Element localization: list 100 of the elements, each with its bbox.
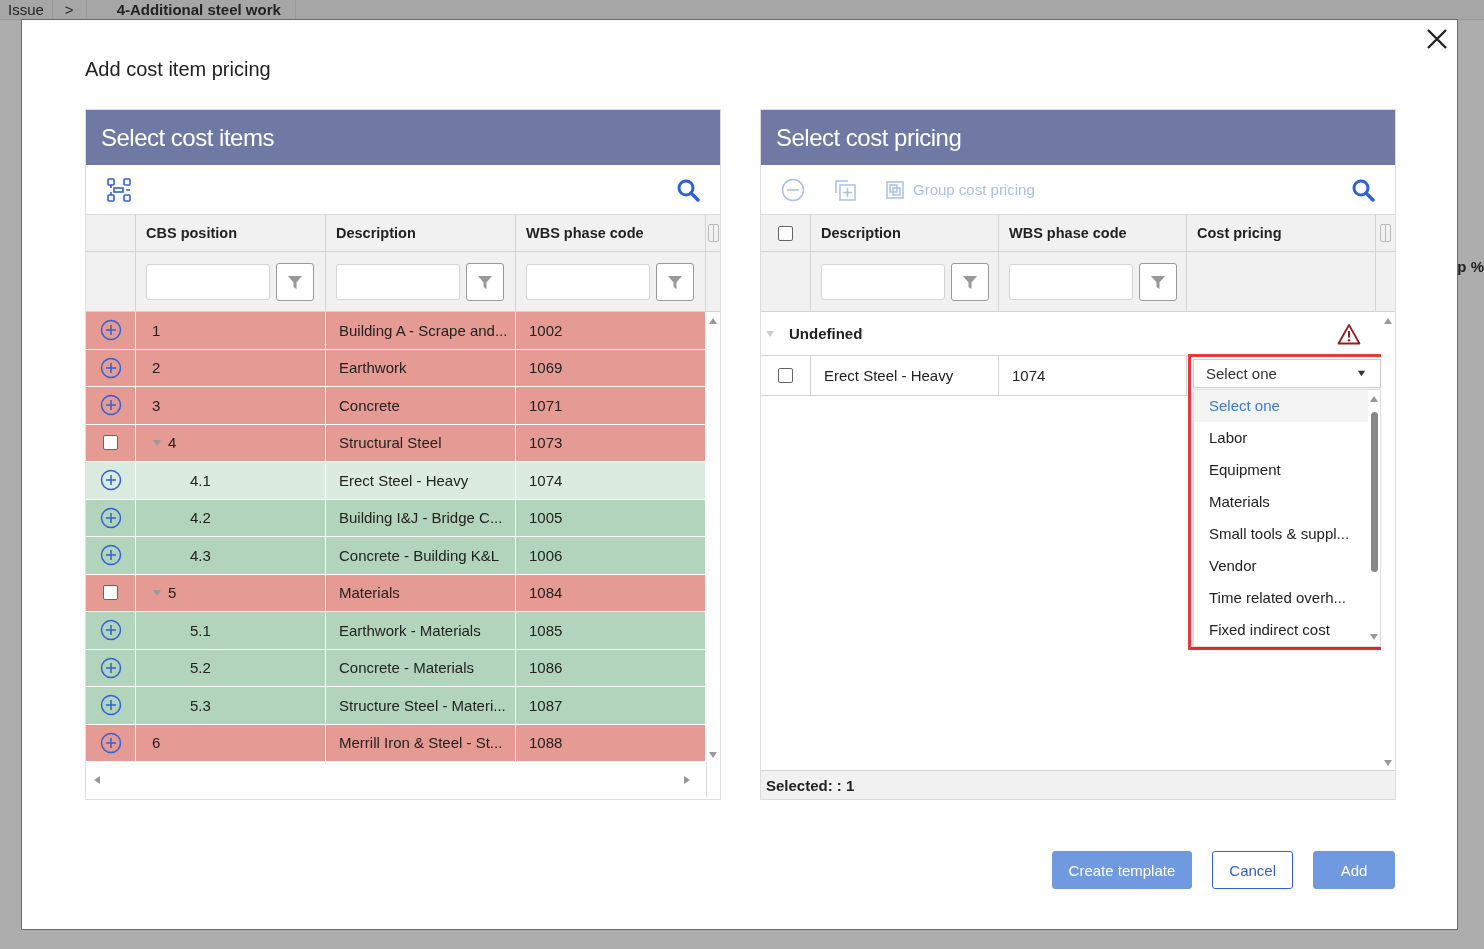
- column-header[interactable]: Description: [821, 225, 901, 241]
- filter-button[interactable]: [1139, 262, 1177, 301]
- plus-circle-icon[interactable]: [99, 319, 122, 342]
- checkbox[interactable]: [778, 368, 793, 383]
- checkbox[interactable]: [103, 435, 118, 451]
- plus-circle-icon[interactable]: [99, 619, 122, 642]
- description-text: Concrete: [338, 396, 400, 414]
- dropdown-option[interactable]: Small tools & suppl...: [1194, 518, 1368, 550]
- tree-row[interactable]: 5.2 Concrete - Materials 1086: [86, 649, 706, 687]
- phase-code-text: 1074: [1011, 367, 1046, 384]
- plus-circle-icon[interactable]: [99, 656, 122, 679]
- dropdown-option[interactable]: Time related overh...: [1194, 582, 1368, 614]
- search-icon[interactable]: [676, 177, 700, 202]
- phase-code-text: 1074: [528, 471, 563, 489]
- funnel-icon: [287, 273, 303, 290]
- select-field[interactable]: Select one: [1193, 359, 1381, 388]
- description-text: Merrill Iron & Steel - St...: [338, 734, 503, 752]
- tree-row[interactable]: 4.1 Erect Steel - Heavy 1074: [86, 462, 706, 500]
- description-text: Earthwork - Materials: [338, 621, 481, 639]
- checkbox[interactable]: [778, 225, 793, 241]
- plus-circle-icon[interactable]: [99, 731, 122, 754]
- description-text: Erect Steel - Heavy: [823, 367, 954, 384]
- description-text: Structure Steel - Materi...: [338, 696, 506, 714]
- funnel-icon: [1150, 273, 1166, 290]
- dropdown-option[interactable]: Vendor: [1194, 550, 1368, 582]
- tree-row[interactable]: 4 Structural Steel 1073: [86, 424, 706, 462]
- plus-circle-icon[interactable]: [99, 694, 122, 717]
- description-text: Concrete - Materials: [338, 659, 475, 677]
- selection-count: Selected: : 1: [766, 776, 855, 794]
- tree-row[interactable]: 3 Concrete 1071: [86, 387, 706, 425]
- panel-title: Select cost pricing: [776, 123, 962, 152]
- position-text: 2: [152, 359, 161, 377]
- caret-icon: [1357, 369, 1366, 378]
- position-text: 4.2: [190, 509, 211, 527]
- column-header[interactable]: WBS phase code: [1009, 225, 1127, 241]
- columns-icon[interactable]: [707, 224, 719, 242]
- minus-circle-icon[interactable]: [781, 177, 805, 202]
- dropdown-option[interactable]: Fixed indirect cost: [1194, 614, 1368, 646]
- checkbox[interactable]: [103, 585, 118, 601]
- filter-button[interactable]: [466, 262, 504, 301]
- group-icon: [885, 179, 905, 200]
- dropdown-option[interactable]: Materials: [1194, 486, 1368, 518]
- filter-field[interactable]: [821, 263, 945, 300]
- description-text: Concrete - Building K&L: [338, 546, 500, 564]
- tree-row[interactable]: 5 Materials 1084: [86, 574, 706, 612]
- phase-code-text: 1084: [528, 584, 563, 602]
- column-header[interactable]: WBS phase code: [526, 225, 644, 241]
- position-text: 4.3: [190, 546, 211, 564]
- position-text: 4: [168, 434, 177, 452]
- tree-row[interactable]: 4.3 Concrete - Building K&L 1006: [86, 537, 706, 575]
- copy-plus-icon[interactable]: [833, 177, 857, 202]
- tree-row[interactable]: 5.1 Earthwork - Materials 1085: [86, 612, 706, 650]
- phase-code-text: 1005: [528, 509, 563, 527]
- description-text: Erect Steel - Heavy: [338, 471, 469, 489]
- description-text: Building A - Scrape and...: [338, 321, 508, 339]
- phase-code-text: 1071: [528, 396, 563, 414]
- phase-code-text: 1006: [528, 546, 563, 564]
- filter-button[interactable]: [276, 262, 314, 301]
- description-text: Materials: [338, 584, 400, 602]
- position-text: 5.1: [190, 621, 211, 639]
- funnel-icon: [477, 273, 493, 290]
- tree-row[interactable]: 2 Earthwork 1069: [86, 349, 706, 387]
- hierarchy-icon[interactable]: [106, 176, 132, 203]
- filter-field[interactable]: [336, 263, 460, 300]
- position-text: 5: [168, 584, 177, 602]
- filter-button[interactable]: [951, 262, 989, 301]
- filter-field[interactable]: [146, 263, 270, 300]
- dialog-title: Add cost item pricing: [85, 57, 271, 81]
- phase-code-text: 1073: [528, 434, 563, 452]
- description-text: Structural Steel: [338, 434, 442, 452]
- column-header[interactable]: Description: [336, 225, 416, 241]
- plus-circle-icon[interactable]: [99, 469, 122, 492]
- dropdown-option[interactable]: Select one: [1194, 390, 1368, 422]
- dropdown-option[interactable]: Equipment: [1194, 454, 1368, 486]
- position-text: 5.3: [190, 696, 211, 714]
- search-icon[interactable]: [1351, 177, 1375, 202]
- tree-row[interactable]: 5.3 Structure Steel - Materi... 1087: [86, 687, 706, 725]
- tree-row[interactable]: 1 Building A - Scrape and... 1002: [86, 312, 706, 350]
- plus-circle-icon[interactable]: [99, 544, 122, 567]
- plus-circle-icon[interactable]: [99, 506, 122, 529]
- position-text: 5.2: [190, 659, 211, 677]
- tree-row[interactable]: 4.2 Building I&J - Bridge C... 1005: [86, 499, 706, 537]
- description-text: Earthwork: [338, 359, 407, 377]
- filter-field[interactable]: [526, 263, 650, 300]
- close-icon[interactable]: [1425, 27, 1449, 51]
- phase-code-text: 1085: [528, 621, 563, 639]
- plus-circle-icon[interactable]: [99, 394, 122, 417]
- filter-button[interactable]: [656, 262, 694, 301]
- columns-icon[interactable]: [1380, 224, 1391, 242]
- position-text: 3: [152, 396, 161, 414]
- phase-code-text: 1088: [528, 734, 563, 752]
- column-header[interactable]: CBS position: [146, 225, 238, 241]
- caret-icon[interactable]: [765, 328, 775, 339]
- dropdown-option[interactable]: Labor: [1194, 422, 1368, 454]
- tree-row[interactable]: 6 Merrill Iron & Steel - St... 1088: [86, 724, 706, 762]
- dialog-button[interactable]: Cancel: [1212, 851, 1293, 889]
- plus-circle-icon[interactable]: [99, 356, 122, 379]
- position-text: 6: [152, 734, 161, 752]
- filter-field[interactable]: [1009, 263, 1133, 300]
- column-header[interactable]: Cost pricing: [1197, 225, 1282, 241]
